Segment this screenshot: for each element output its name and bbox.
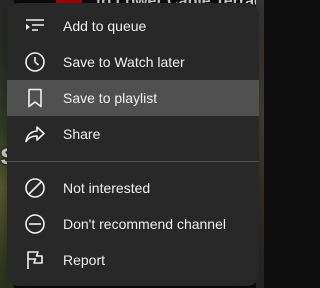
menu-divider [7,161,259,162]
video-options-menu: Add to queue Save to Watch later Save to… [7,3,259,286]
menu-item-save-to-playlist[interactable]: Save to playlist [7,80,259,116]
menu-item-save-to-watch-later[interactable]: Save to Watch later [7,44,259,80]
menu-item-label: Add to queue [63,18,147,34]
share-icon [23,122,47,146]
menu-item-label: Don't recommend channel [63,216,226,232]
menu-item-label: Share [63,126,101,142]
add-to-queue-icon [23,14,47,38]
menu-item-share[interactable]: Share [7,116,259,152]
flag-icon [23,248,47,272]
menu-item-label: Save to Watch later [63,54,185,70]
block-icon [23,176,47,200]
menu-item-dont-recommend-channel[interactable]: Don't recommend channel [7,206,259,242]
bookmark-icon [23,86,47,110]
menu-item-add-to-queue[interactable]: Add to queue [7,8,259,44]
menu-item-label: Report [63,252,106,268]
menu-item-report[interactable]: Report [7,242,259,278]
menu-item-not-interested[interactable]: Not interested [7,170,259,206]
screen: s to Lower Cable Terrace Add to queue [0,0,264,288]
minus-circle-icon [23,212,47,236]
clock-icon [23,50,47,74]
menu-item-label: Save to playlist [63,90,158,106]
menu-item-label: Not interested [63,180,151,196]
